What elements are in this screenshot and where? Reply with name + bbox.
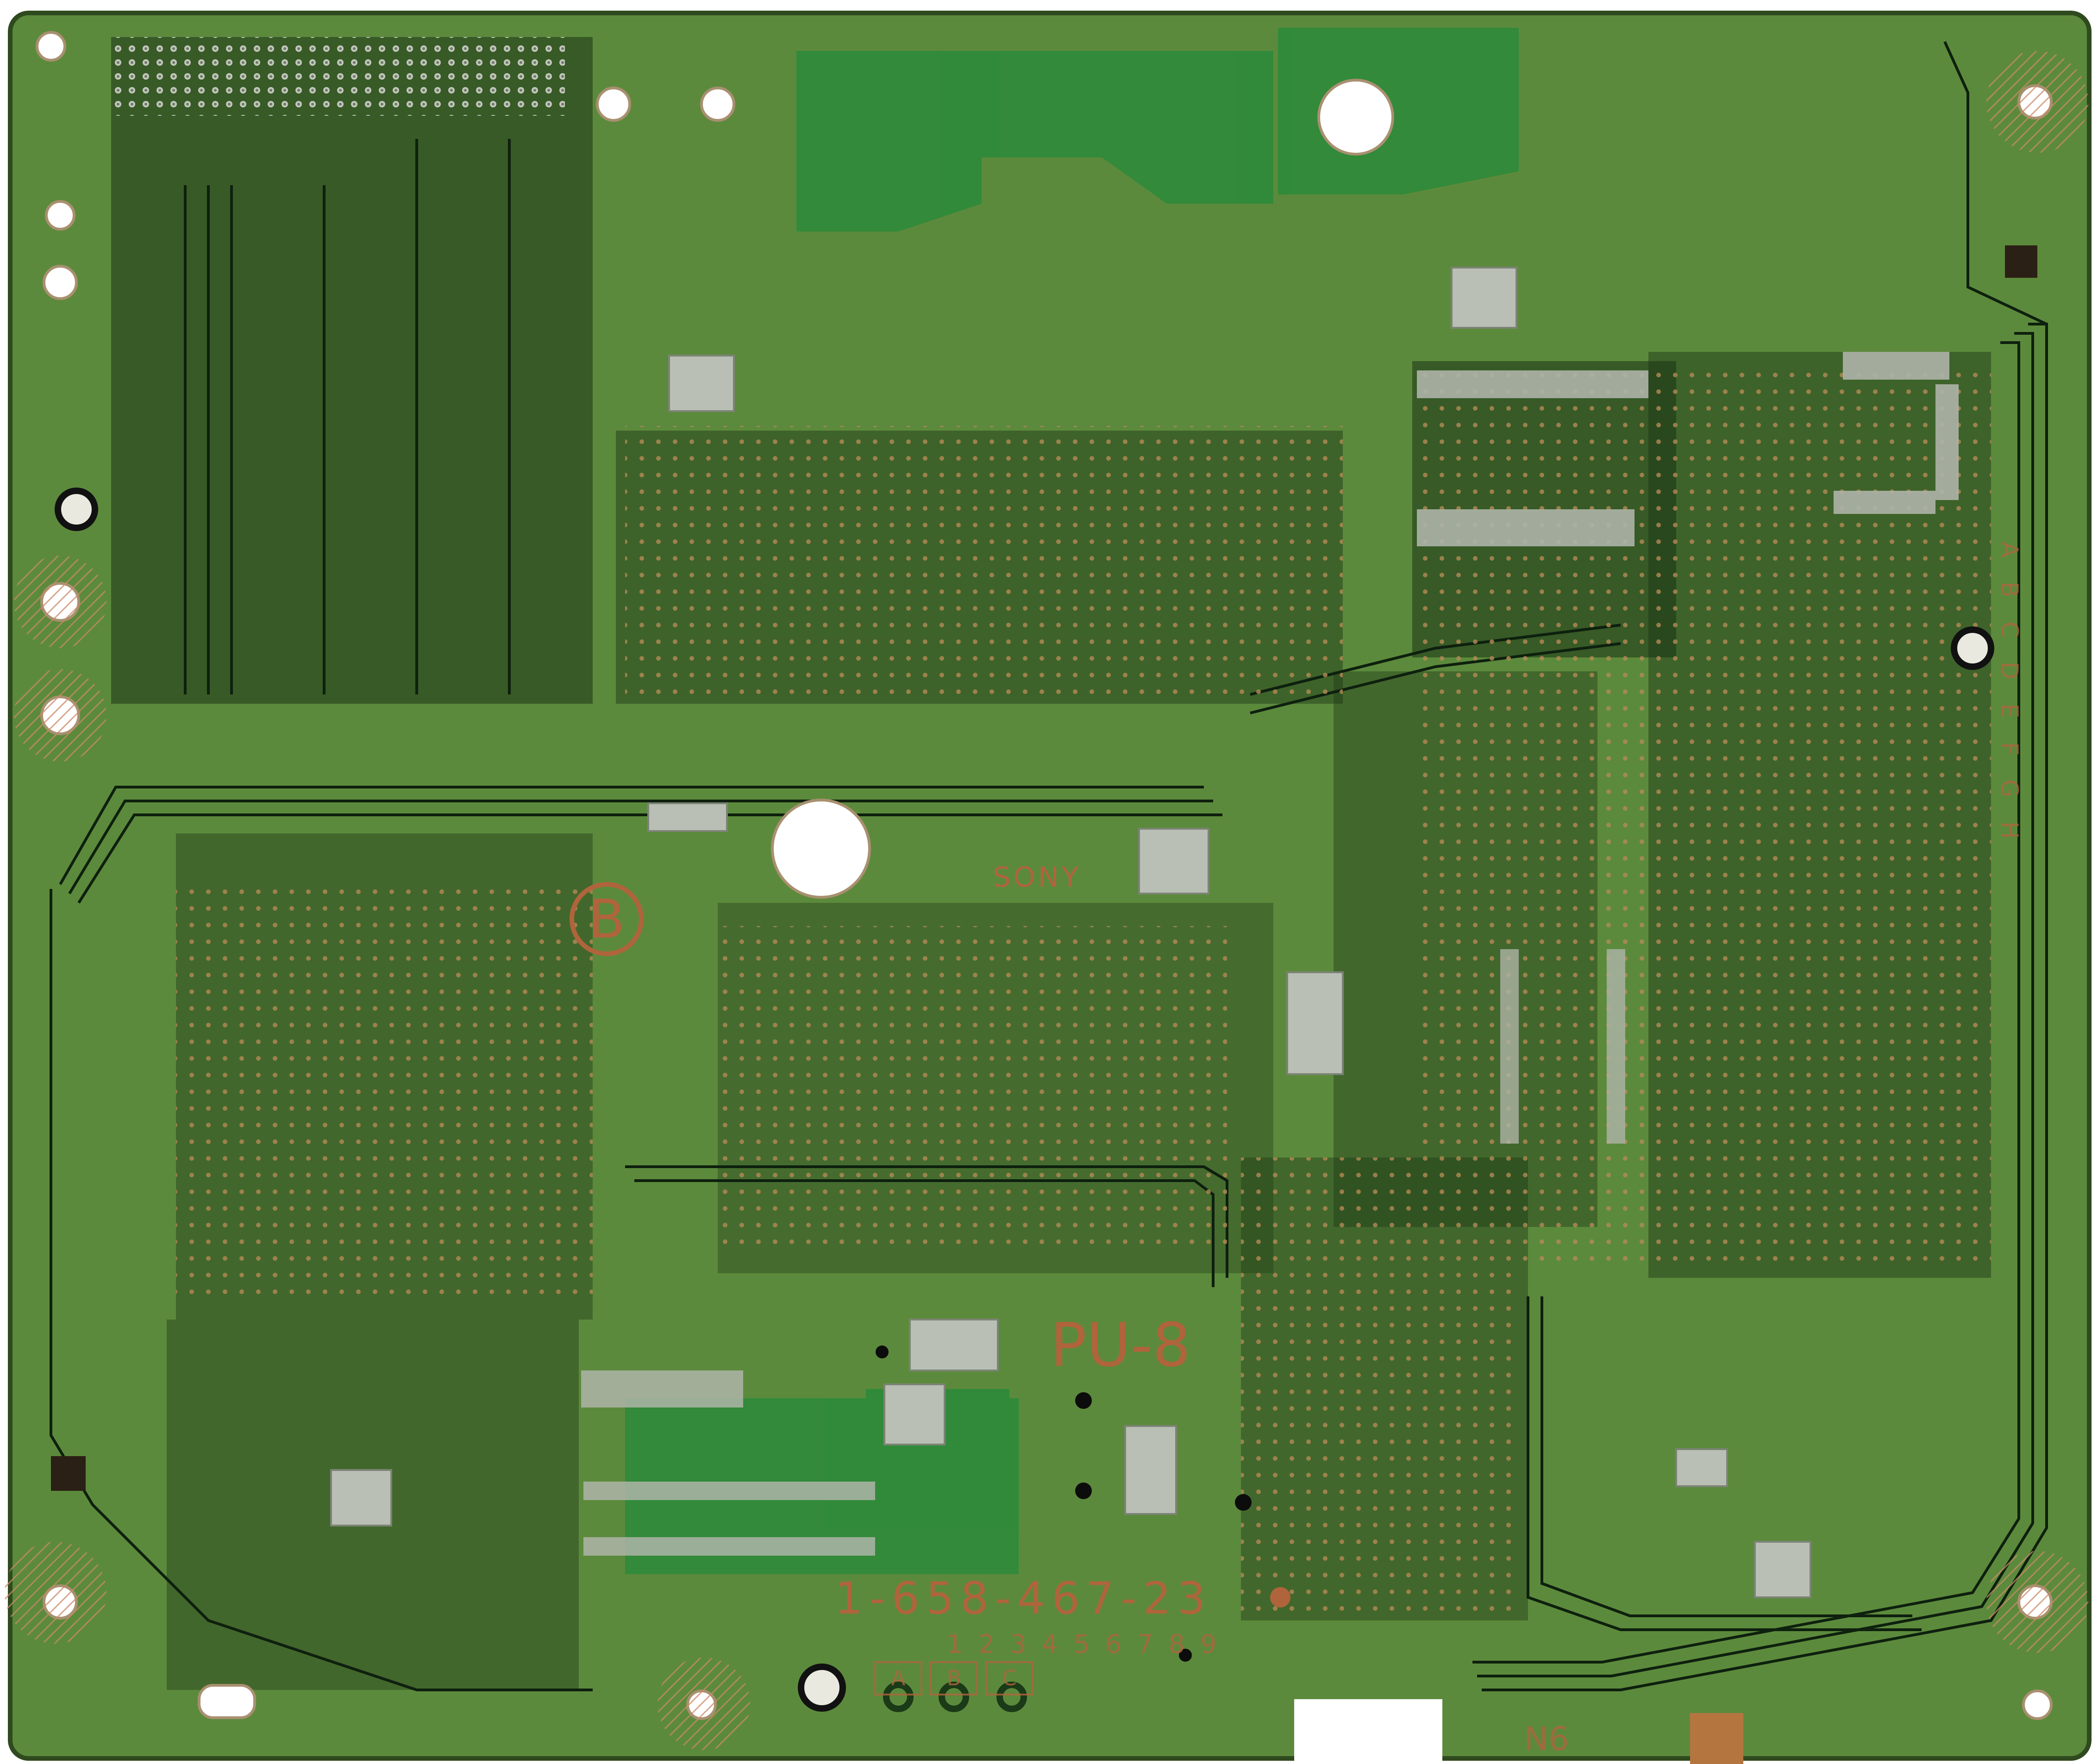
- corner-pad-right: [2005, 245, 2037, 278]
- row-letters-right: A B C D E F G H: [1996, 542, 2023, 847]
- circuit-board-photo: B SONY PU-8 1-658-467-23 1 2 3 4 5 6 7 8…: [0, 0, 2098, 1764]
- pcb-drawing: B SONY PU-8 1-658-467-23 1 2 3 4 5 6 7 8…: [5, 11, 2092, 1764]
- column-numbers: 1 2 3 4 5 6 7 8 9: [947, 1629, 1221, 1659]
- brand-label: SONY: [993, 861, 1082, 894]
- part-number: 1-658-467-23: [835, 1573, 1212, 1624]
- corner-code: N6: [1524, 1720, 1569, 1758]
- copper-pad-bottom: [1690, 1713, 1743, 1764]
- corner-pad-left: [51, 1456, 86, 1491]
- abc-label-a: A: [891, 1666, 906, 1690]
- circle-letter: B: [589, 888, 625, 951]
- board-code: PU-8: [1050, 1310, 1190, 1380]
- part-number-dot: [1270, 1587, 1290, 1608]
- abc-label-b: B: [947, 1666, 961, 1690]
- edge-connector-pads: [111, 37, 565, 116]
- abc-label-c: C: [1002, 1666, 1016, 1690]
